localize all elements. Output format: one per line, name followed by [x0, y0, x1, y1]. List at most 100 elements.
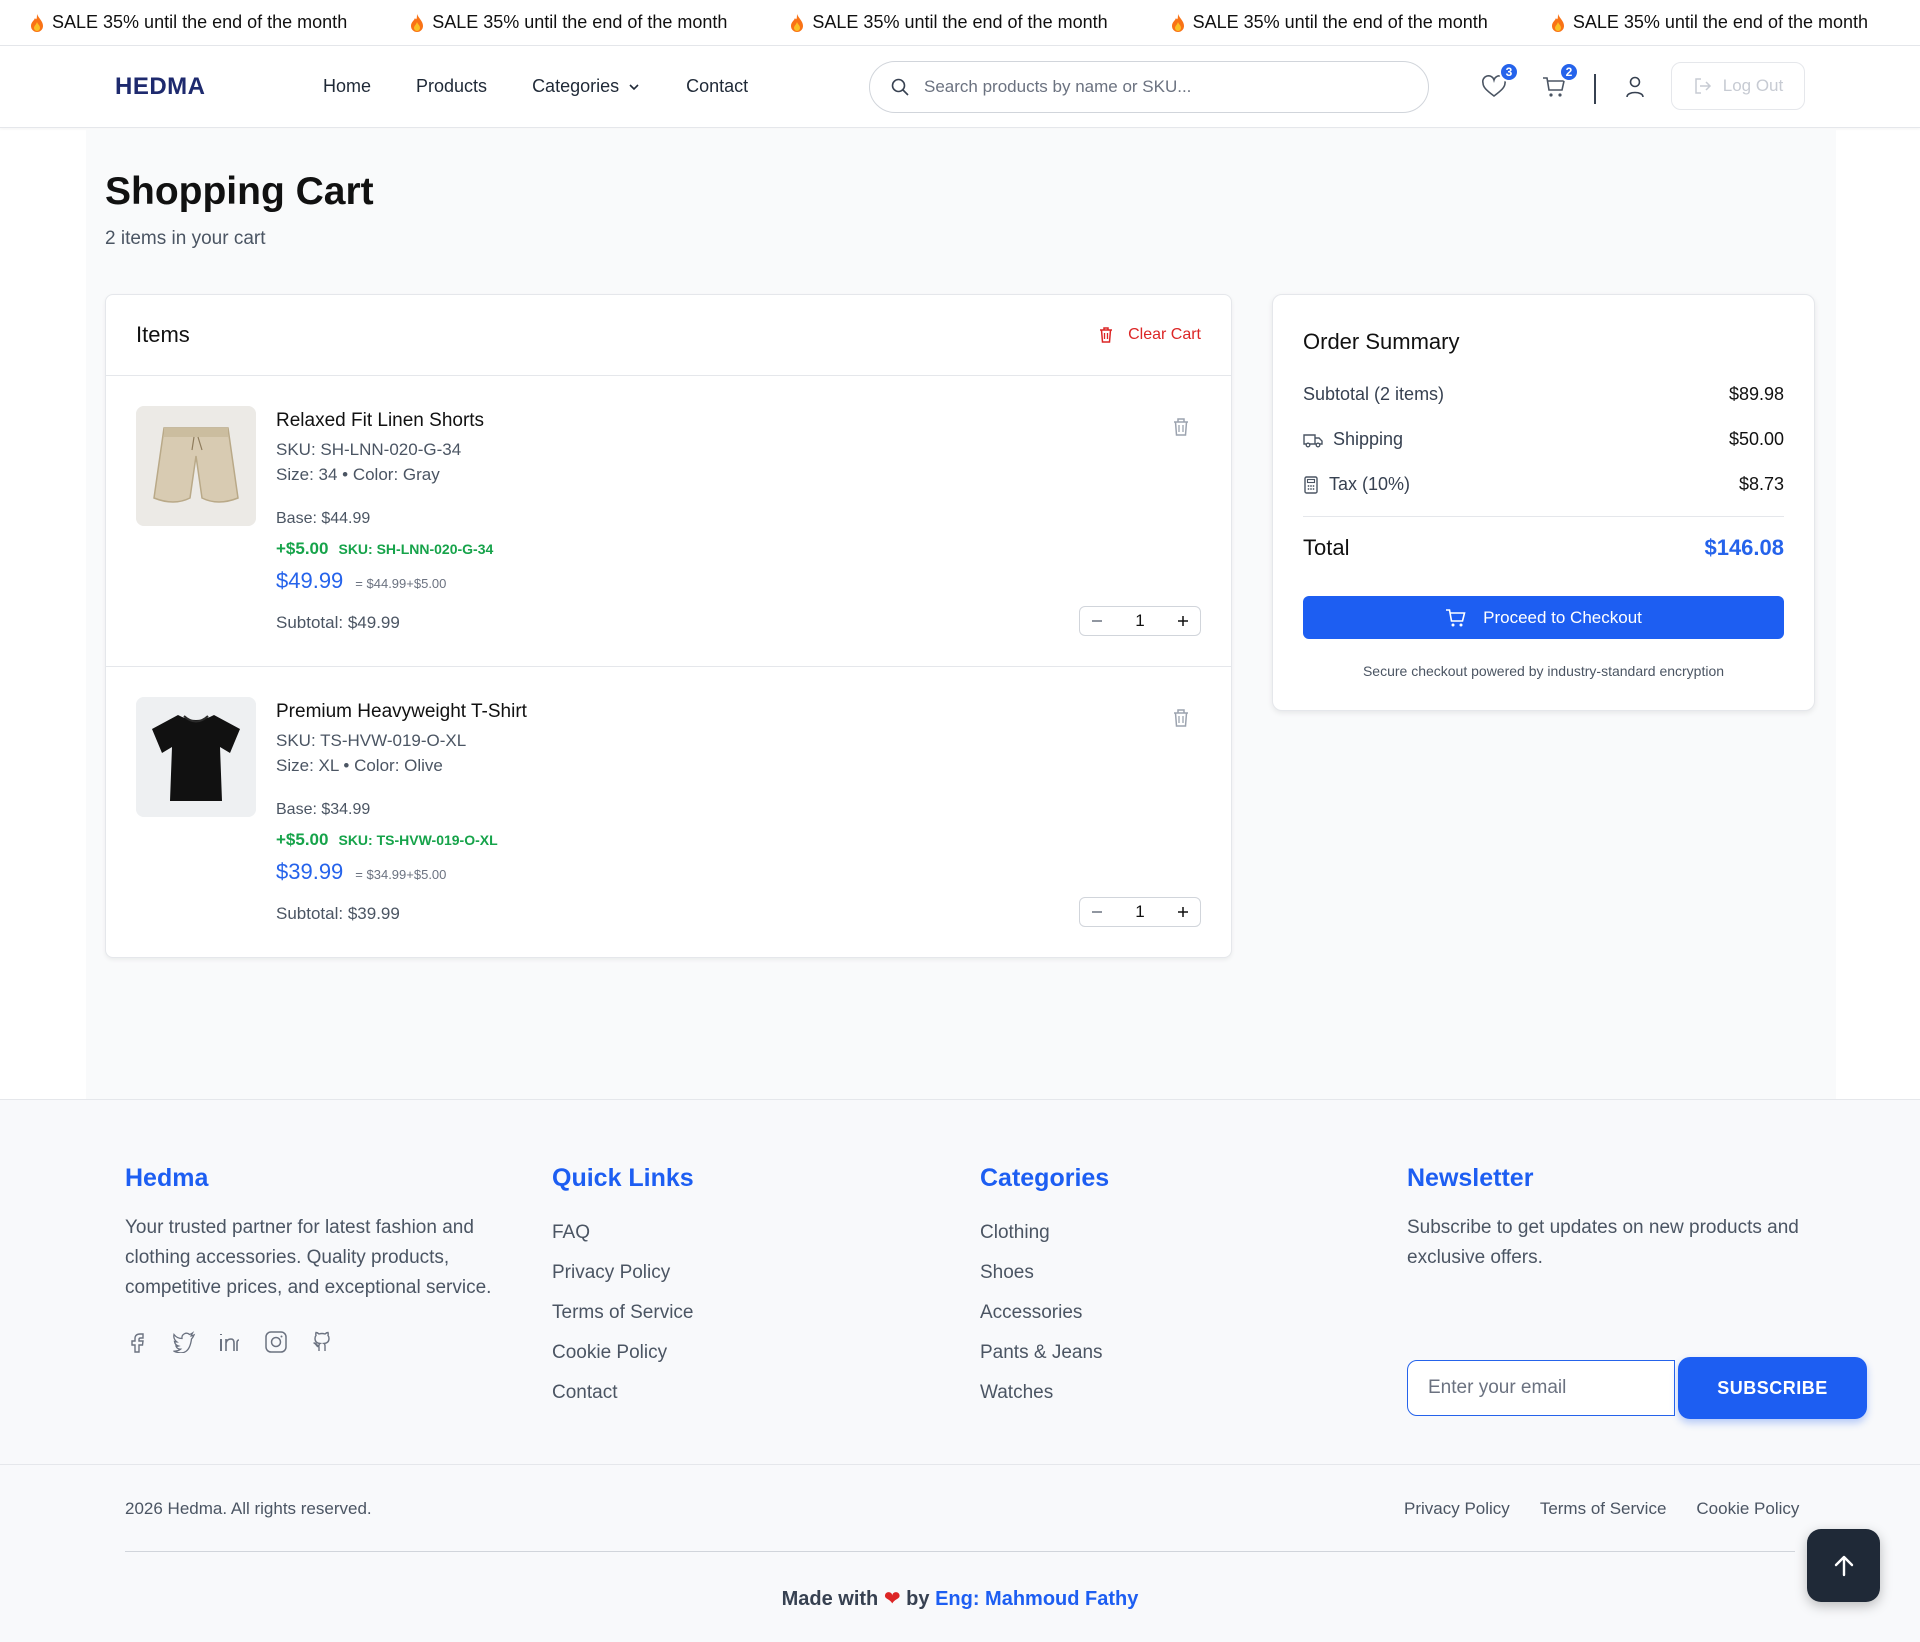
twitter-icon[interactable] — [171, 1329, 197, 1355]
quantity-stepper: 1 — [1079, 897, 1201, 927]
minus-icon — [1092, 620, 1102, 622]
product-name[interactable]: Premium Heavyweight T-Shirt — [276, 701, 527, 723]
footer-link-privacy[interactable]: Privacy Policy — [552, 1253, 694, 1293]
footer-brand-text: Your trusted partner for latest fashion … — [125, 1217, 492, 1298]
shorts-illustration — [136, 406, 256, 526]
cart-items-header: Items Clear Cart — [106, 295, 1231, 376]
subscribe-button[interactable]: SUBSCRIBE — [1678, 1357, 1867, 1419]
increase-quantity-button[interactable] — [1172, 610, 1194, 632]
sale-ticker: SALE 35% until the end of the month SALE… — [0, 0, 1920, 46]
author-link[interactable]: Eng: Mahmoud Fathy — [935, 1588, 1138, 1610]
proceed-to-checkout-button[interactable]: Proceed to Checkout — [1303, 596, 1784, 639]
footer-link-contact[interactable]: Contact — [552, 1373, 694, 1413]
account-button[interactable] — [1620, 72, 1650, 102]
remove-item-button[interactable] — [1170, 416, 1192, 438]
quantity-value[interactable]: 1 — [1135, 902, 1144, 922]
made-with-credit: Made with ❤ by Eng: Mahmoud Fathy — [781, 1588, 1139, 1610]
price-formula: = $34.99+$5.00 — [355, 867, 447, 882]
footer-category-clothing[interactable]: Clothing — [980, 1213, 1109, 1253]
footer-link-cookie[interactable]: Cookie Policy — [552, 1333, 694, 1373]
summary-tax-row: Tax (10%) $8.73 — [1303, 474, 1784, 495]
footer-category-pants-jeans[interactable]: Pants & Jeans — [980, 1333, 1109, 1373]
decrease-quantity-button[interactable] — [1086, 901, 1108, 923]
item-subtotal: Subtotal: $39.99 — [276, 904, 400, 923]
product-image-linen-shorts[interactable] — [136, 406, 256, 526]
variant-surcharge: +$5.00 SKU: TS-HVW-019-O-XL — [276, 830, 498, 849]
trash-icon — [1174, 418, 1188, 436]
page-subtitle: 2 items in your cart — [105, 228, 266, 249]
nav-link-home[interactable]: Home — [323, 76, 371, 97]
search-input[interactable]: Search products by name or SKU... — [869, 61, 1429, 113]
footer-link-faq[interactable]: FAQ — [552, 1213, 694, 1253]
footer-legal-links: Privacy Policy Terms of Service Cookie P… — [1404, 1499, 1799, 1519]
ticker-item: SALE 35% until the end of the month — [410, 12, 727, 33]
site-logo[interactable]: HEDMA — [115, 73, 206, 101]
quantity-value[interactable]: 1 — [1135, 611, 1144, 631]
summary-shipping-row: Shipping $50.00 — [1303, 429, 1784, 450]
variant-surcharge: +$5.00 SKU: SH-LNN-020-G-34 — [276, 539, 494, 558]
cart-item: Relaxed Fit Linen Shorts SKU: SH-LNN-020… — [106, 376, 1231, 667]
legal-link-terms[interactable]: Terms of Service — [1540, 1499, 1667, 1519]
footer-category-accessories[interactable]: Accessories — [980, 1293, 1109, 1333]
newsletter-email-input[interactable]: Enter your email — [1407, 1360, 1675, 1416]
fire-icon — [411, 13, 424, 32]
remove-item-button[interactable] — [1170, 707, 1192, 729]
wishlist-button[interactable]: 3 — [1479, 62, 1519, 102]
footer-brand-column: Hedma Your trusted partner for latest fa… — [125, 1164, 525, 1355]
footer-quick-links-title: Quick Links — [552, 1164, 694, 1192]
nav-link-products[interactable]: Products — [416, 76, 487, 97]
linkedin-icon[interactable] — [217, 1329, 243, 1355]
summary-total-row: Total $146.08 — [1303, 535, 1784, 560]
footer-divider — [0, 1464, 1920, 1465]
product-name[interactable]: Relaxed Fit Linen Shorts — [276, 410, 484, 432]
nav-links: Home Products Categories Contact — [323, 76, 748, 97]
scroll-to-top-button[interactable] — [1807, 1529, 1880, 1602]
ticker-item: SALE 35% until the end of the month — [790, 12, 1108, 33]
increase-quantity-button[interactable] — [1172, 901, 1194, 923]
product-options: Size: 34 • Color: Gray — [276, 465, 440, 484]
page-title: Shopping Cart — [105, 170, 374, 213]
decrease-quantity-button[interactable] — [1086, 610, 1108, 632]
footer-link-terms[interactable]: Terms of Service — [552, 1293, 694, 1333]
product-base-price: Base: $44.99 — [276, 510, 371, 527]
user-icon — [1626, 76, 1644, 98]
ticker-item: SALE 35% until the end of the month — [1171, 12, 1488, 33]
ticker-item: SALE 35% until the end of the month — [30, 12, 347, 33]
summary-tax-value: $8.73 — [1738, 474, 1784, 494]
email-placeholder: Enter your email — [1428, 1377, 1567, 1398]
footer-categories-title: Categories — [980, 1164, 1110, 1192]
nav-divider — [1594, 74, 1596, 104]
legal-link-privacy[interactable]: Privacy Policy — [1404, 1499, 1510, 1519]
variant-sku: SKU: SH-LNN-020-G-34 — [338, 541, 494, 557]
product-base-price: Base: $34.99 — [276, 801, 371, 818]
github-icon[interactable] — [309, 1329, 335, 1355]
instagram-icon[interactable] — [263, 1329, 289, 1355]
summary-subtotal-row: Subtotal (2 items) $89.98 — [1303, 384, 1784, 404]
product-price: $39.99 = $34.99+$5.00 — [276, 859, 447, 884]
footer-category-shoes[interactable]: Shoes — [980, 1253, 1109, 1293]
nav-link-categories[interactable]: Categories — [532, 76, 641, 97]
heart-icon: ❤ — [883, 1588, 901, 1610]
summary-divider — [1303, 516, 1784, 517]
product-sku: SKU: SH-LNN-020-G-34 — [276, 440, 462, 459]
product-sku: SKU: TS-HVW-019-O-XL — [276, 731, 467, 750]
cart-button[interactable]: 2 — [1539, 62, 1579, 102]
footer-divider-bottom — [125, 1551, 1795, 1552]
item-subtotal: Subtotal: $49.99 — [276, 613, 400, 632]
variant-sku: SKU: TS-HVW-019-O-XL — [338, 832, 498, 848]
product-price: $49.99 = $44.99+$5.00 — [276, 568, 447, 593]
facebook-icon[interactable] — [125, 1329, 151, 1355]
product-options: Size: XL • Color: Olive — [276, 756, 443, 775]
nav-link-contact[interactable]: Contact — [686, 76, 748, 97]
logout-button[interactable]: Log Out — [1671, 62, 1805, 110]
truck-icon — [1303, 433, 1323, 447]
cart-items-card: Items Clear Cart Relaxed Fit Linen Short… — [105, 294, 1232, 958]
footer-category-watches[interactable]: Watches — [980, 1373, 1109, 1413]
product-image-tshirt[interactable] — [136, 697, 256, 817]
legal-link-cookie[interactable]: Cookie Policy — [1696, 1499, 1799, 1519]
order-summary-card: Order Summary Subtotal (2 items) $89.98 … — [1272, 294, 1815, 711]
clear-cart-button[interactable]: Clear Cart — [1098, 326, 1201, 344]
cart-item: Premium Heavyweight T-Shirt SKU: TS-HVW-… — [106, 667, 1231, 958]
summary-total-value: $146.08 — [1704, 535, 1784, 560]
cart-items-title: Items — [136, 322, 190, 347]
